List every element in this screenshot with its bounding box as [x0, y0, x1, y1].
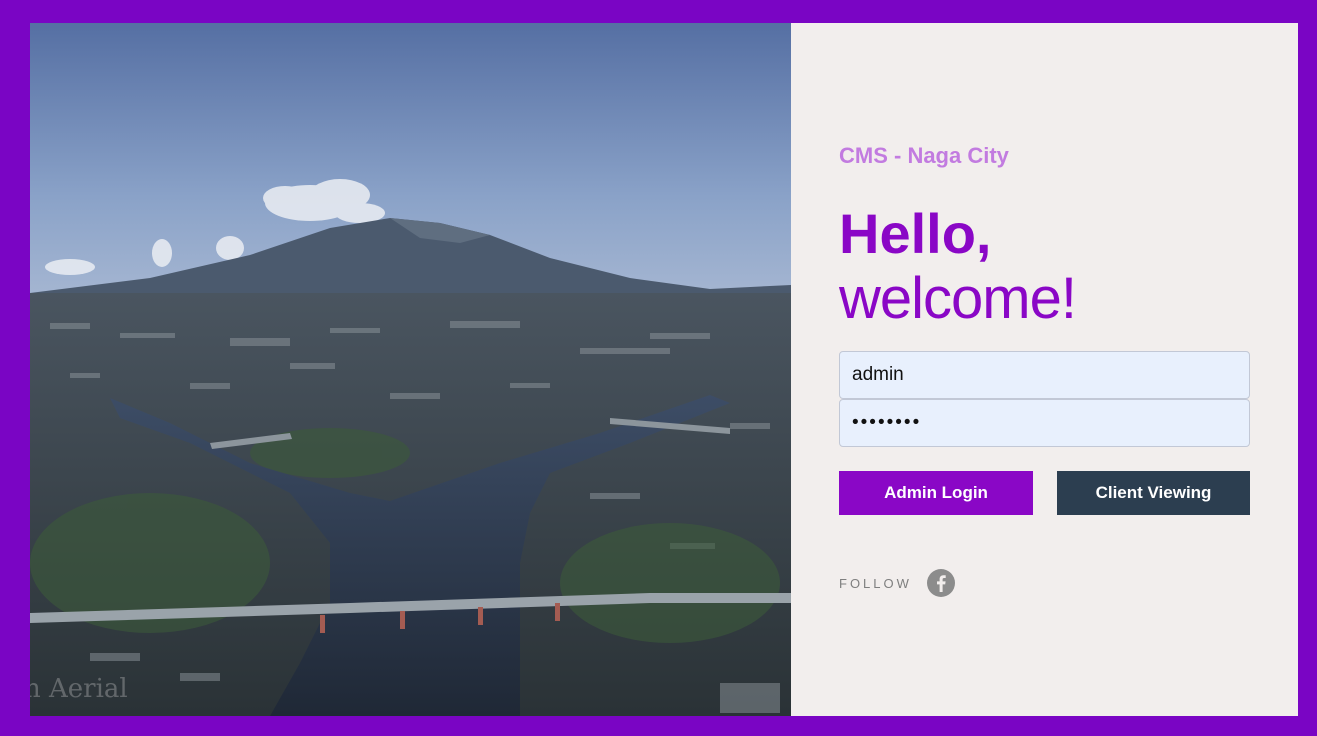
login-frame: n Aerial CMS - Naga City Hello, welcome!…	[30, 23, 1298, 716]
username-input[interactable]	[839, 351, 1250, 399]
hero-image: n Aerial	[30, 23, 791, 716]
admin-login-button[interactable]: Admin Login	[839, 471, 1033, 515]
follow-label: FOLLOW	[839, 575, 912, 591]
login-panel: CMS - Naga City Hello, welcome! Admin Lo…	[791, 23, 1298, 716]
brand-title: CMS - Naga City	[839, 143, 1009, 168]
photo-watermark: n Aerial	[30, 674, 128, 704]
greeting-hello: Hello,	[839, 202, 992, 265]
client-viewing-button[interactable]: Client Viewing	[1057, 471, 1250, 515]
greeting-welcome: welcome!	[839, 266, 1077, 331]
password-input[interactable]	[839, 399, 1250, 447]
social-follow: FOLLOW	[839, 568, 956, 598]
facebook-icon[interactable]	[926, 568, 956, 598]
city-aerial-photo	[30, 23, 791, 716]
